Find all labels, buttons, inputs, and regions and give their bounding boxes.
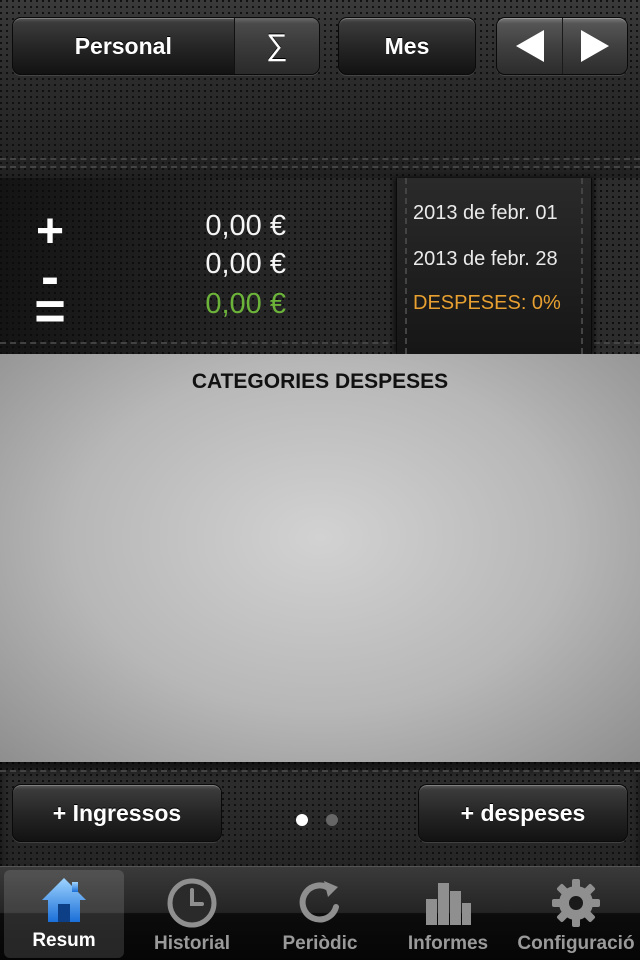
balance-amount: 0,00 € <box>205 288 286 320</box>
end-date: 2013 de febr. 28 <box>413 248 558 270</box>
date-range-panel: 2013 de febr. 01 2013 de febr. 28 DESPES… <box>396 178 592 354</box>
action-bar: + Ingressos + despeses <box>0 762 640 866</box>
arrow-right-icon <box>581 30 609 62</box>
home-icon <box>36 872 92 928</box>
tab-label: Configuració <box>517 933 635 954</box>
tab-label: Resum <box>32 930 96 951</box>
income-amount: 0,00 € <box>205 210 286 242</box>
period-button[interactable]: Mes <box>338 17 476 75</box>
stitch-divider <box>0 166 640 168</box>
tab-label: Historial <box>153 933 231 954</box>
refresh-icon <box>292 875 348 931</box>
page-indicator[interactable] <box>296 814 338 826</box>
tab-bar: Resum Historial Periòdic Informes Config… <box>0 866 640 960</box>
categories-area[interactable]: CATEGORIES DESPESES <box>0 354 640 762</box>
summary-panel: + - = 0,00 € 0,00 € 0,00 € 2013 de febr.… <box>0 178 640 354</box>
balance-symbol: = <box>34 281 66 341</box>
next-period-button[interactable] <box>562 18 627 74</box>
page-dot <box>296 814 308 826</box>
previous-period-button[interactable] <box>497 18 562 74</box>
tab-periodic[interactable]: Periòdic <box>256 867 384 960</box>
expense-amount: 0,00 € <box>205 248 286 280</box>
add-expense-button[interactable]: + despeses <box>418 784 628 842</box>
account-button[interactable]: Personal <box>13 33 234 60</box>
top-toolbar: Personal ∑ Mes <box>0 0 640 178</box>
section-title: CATEGORIES DESPESES <box>191 370 449 393</box>
start-date: 2013 de febr. 01 <box>413 202 558 224</box>
account-segmented-control: Personal ∑ <box>12 17 320 75</box>
tab-historial[interactable]: Historial <box>128 867 256 960</box>
arrow-left-icon <box>515 30 544 62</box>
page-dot <box>326 814 338 826</box>
tab-resum[interactable]: Resum <box>4 870 124 958</box>
stitch-divider <box>405 178 407 354</box>
clock-icon <box>164 875 220 931</box>
sum-button[interactable]: ∑ <box>233 18 319 74</box>
tab-informes[interactable]: Informes <box>384 867 512 960</box>
bar-chart-icon <box>420 875 476 931</box>
tab-label: Periòdic <box>282 933 358 954</box>
stitch-divider <box>0 770 640 772</box>
expenses-percent: DESPESES: 0% <box>413 292 561 314</box>
tab-configuracio[interactable]: Configuració <box>512 867 640 960</box>
period-navigation <box>496 17 628 75</box>
stitch-divider <box>581 178 583 354</box>
gear-icon <box>548 875 604 931</box>
add-income-button[interactable]: + Ingressos <box>12 784 222 842</box>
tab-label: Informes <box>407 933 489 954</box>
stitch-divider <box>0 158 640 160</box>
